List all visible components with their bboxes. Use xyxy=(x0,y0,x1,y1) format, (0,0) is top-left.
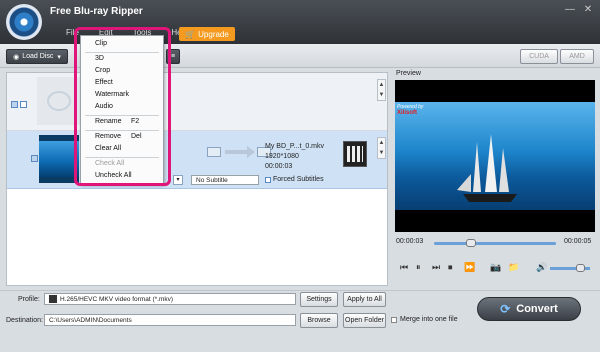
preview-label: Preview xyxy=(396,70,421,77)
video-frame xyxy=(395,102,595,210)
convert-label: Convert xyxy=(516,303,558,315)
move-down-button[interactable]: ▲ ▼ xyxy=(377,137,386,159)
settings-label: Settings xyxy=(306,296,332,303)
profile-select[interactable]: H.265/HEVC MKV video format (*.mkv) xyxy=(44,293,296,305)
minimize-button[interactable]: — xyxy=(562,3,578,16)
merge-checkbox[interactable] xyxy=(391,317,397,323)
apply-to-all-button[interactable]: Apply to All xyxy=(343,292,386,307)
amd-button[interactable]: AMD xyxy=(560,49,594,64)
subtitle-dropdown-arrow[interactable]: ▾ xyxy=(173,175,183,185)
preview-panel: Powered by Xilisoft xyxy=(395,80,595,232)
seek-bar[interactable]: 00:00:03 00:00:05 xyxy=(396,238,594,248)
destination-field[interactable]: C:\Users\ADMIN\Documents xyxy=(44,314,296,326)
playback-controls: ⏮ ⏸ ⏭ ⏹ ⏩ 📷 📁 🔊 xyxy=(396,260,594,276)
profile-label: Profile: xyxy=(18,296,40,303)
chevron-down-icon: ▾ xyxy=(57,53,61,61)
output-resolution: 1920*1080 xyxy=(265,153,299,160)
snapshot-icon[interactable]: 📷 xyxy=(490,262,501,273)
thumbnail-image xyxy=(39,141,79,177)
output-filename: My BD_P...t_0.mkv xyxy=(265,143,325,150)
total-time: 00:00:05 xyxy=(564,238,592,245)
watermark-brand: Xilisoft xyxy=(397,110,418,116)
destination-label: Destination: xyxy=(6,317,43,324)
forward-icon[interactable]: ⏩ xyxy=(464,262,475,273)
cart-icon: 🛒 xyxy=(185,29,196,39)
window-controls: — ✕ xyxy=(562,3,596,16)
load-disc-label: Load Disc xyxy=(22,53,54,60)
forced-subtitles-label: Forced Subtitles xyxy=(273,176,324,183)
convert-button[interactable]: ⟳ Convert xyxy=(477,297,581,321)
close-button[interactable]: ✕ xyxy=(580,3,596,16)
highlight-annotation xyxy=(74,27,171,186)
seek-track[interactable] xyxy=(434,242,556,245)
upgrade-button[interactable]: 🛒 Upgrade xyxy=(179,27,235,41)
upgrade-label: Upgrade xyxy=(198,29,229,39)
disc-row[interactable]: ▲ ▼ xyxy=(7,73,387,131)
next-icon[interactable]: ⏭ xyxy=(432,262,440,273)
file-list: ▲ ▼ My BD_P...t_0.mkv 1920*1080 00:00:03 … xyxy=(6,72,388,286)
cuda-label: CUDA xyxy=(529,53,549,60)
settings-button[interactable]: Settings xyxy=(300,292,338,307)
convert-arrow-icon xyxy=(207,143,271,161)
film-format-icon[interactable] xyxy=(343,141,367,167)
subtitle-select[interactable]: No Subtitle xyxy=(191,175,259,185)
load-disc-button[interactable]: ◉ Load Disc ▾ xyxy=(6,49,68,64)
stop-icon[interactable]: ⏹ xyxy=(448,262,453,273)
disc-expand-toggle[interactable] xyxy=(20,101,27,108)
output-duration: 00:00:03 xyxy=(265,163,293,170)
list-icon: ≡ xyxy=(170,53,176,60)
browse-button[interactable]: Browse xyxy=(300,313,338,328)
folder-icon[interactable]: 📁 xyxy=(508,262,519,273)
open-folder-label: Open Folder xyxy=(345,317,384,324)
video-thumbnail xyxy=(39,135,79,183)
volume-icon[interactable]: 🔊 xyxy=(536,262,547,273)
destination-value: C:\Users\ADMIN\Documents xyxy=(49,316,132,324)
subtitle-value: No Subtitle xyxy=(196,176,228,184)
table-row[interactable]: My BD_P...t_0.mkv 1920*1080 00:00:03 ▲ ▼ … xyxy=(7,131,387,189)
open-folder-button[interactable]: Open Folder xyxy=(343,313,386,328)
forced-subtitles-checkbox[interactable] xyxy=(265,177,271,183)
current-time: 00:00:03 xyxy=(396,238,424,245)
disc-icon: ◉ xyxy=(13,53,20,61)
app-title: Free Blu-ray Ripper xyxy=(50,6,143,17)
refresh-icon: ⟳ xyxy=(500,302,511,316)
cuda-button[interactable]: CUDA xyxy=(520,49,558,64)
apply-to-all-label: Apply to All xyxy=(347,296,382,303)
previous-icon[interactable]: ⏮ xyxy=(400,262,408,273)
amd-label: AMD xyxy=(569,53,585,60)
move-up-button[interactable]: ▲ ▼ xyxy=(377,79,386,101)
volume-thumb[interactable] xyxy=(576,264,585,272)
seek-thumb[interactable] xyxy=(465,239,476,247)
mkv-format-icon xyxy=(49,295,57,303)
merge-label: Merge into one file xyxy=(400,316,458,323)
app-logo-icon xyxy=(6,4,42,40)
sailboat-image xyxy=(457,134,517,202)
profile-value: H.265/HEVC MKV video format (*.mkv) xyxy=(60,295,174,303)
pause-icon[interactable]: ⏸ xyxy=(416,262,421,273)
browse-label: Browse xyxy=(307,317,331,324)
title-checkbox[interactable] xyxy=(31,155,38,162)
disc-row-checkbox[interactable] xyxy=(11,101,18,108)
